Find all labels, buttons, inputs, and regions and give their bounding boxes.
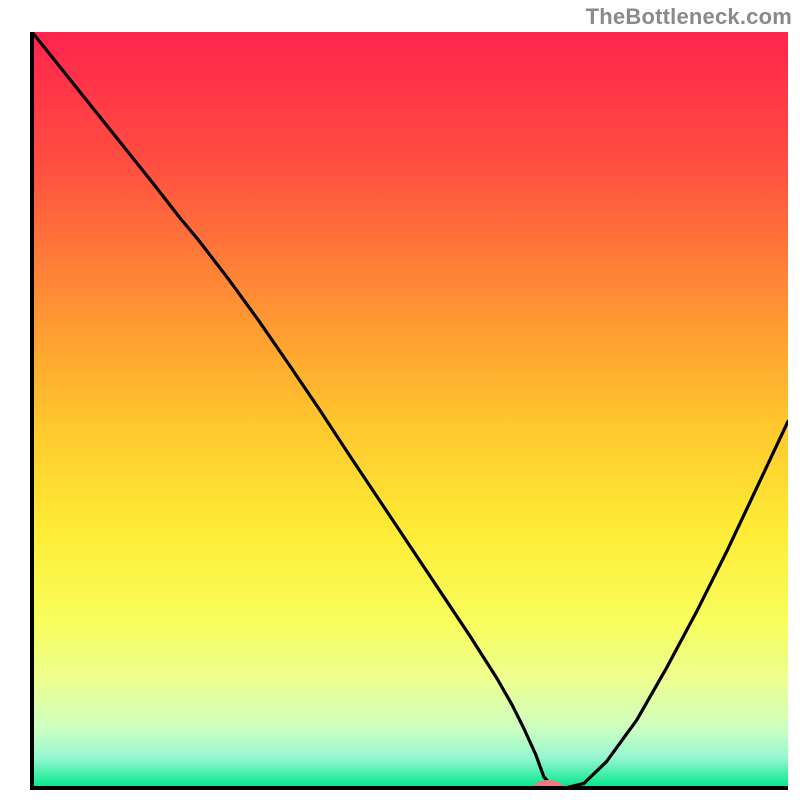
gradient-background <box>32 32 788 788</box>
watermark-text: TheBottleneck.com <box>586 4 792 30</box>
bottleneck-chart <box>0 0 800 800</box>
chart-container: TheBottleneck.com <box>0 0 800 800</box>
